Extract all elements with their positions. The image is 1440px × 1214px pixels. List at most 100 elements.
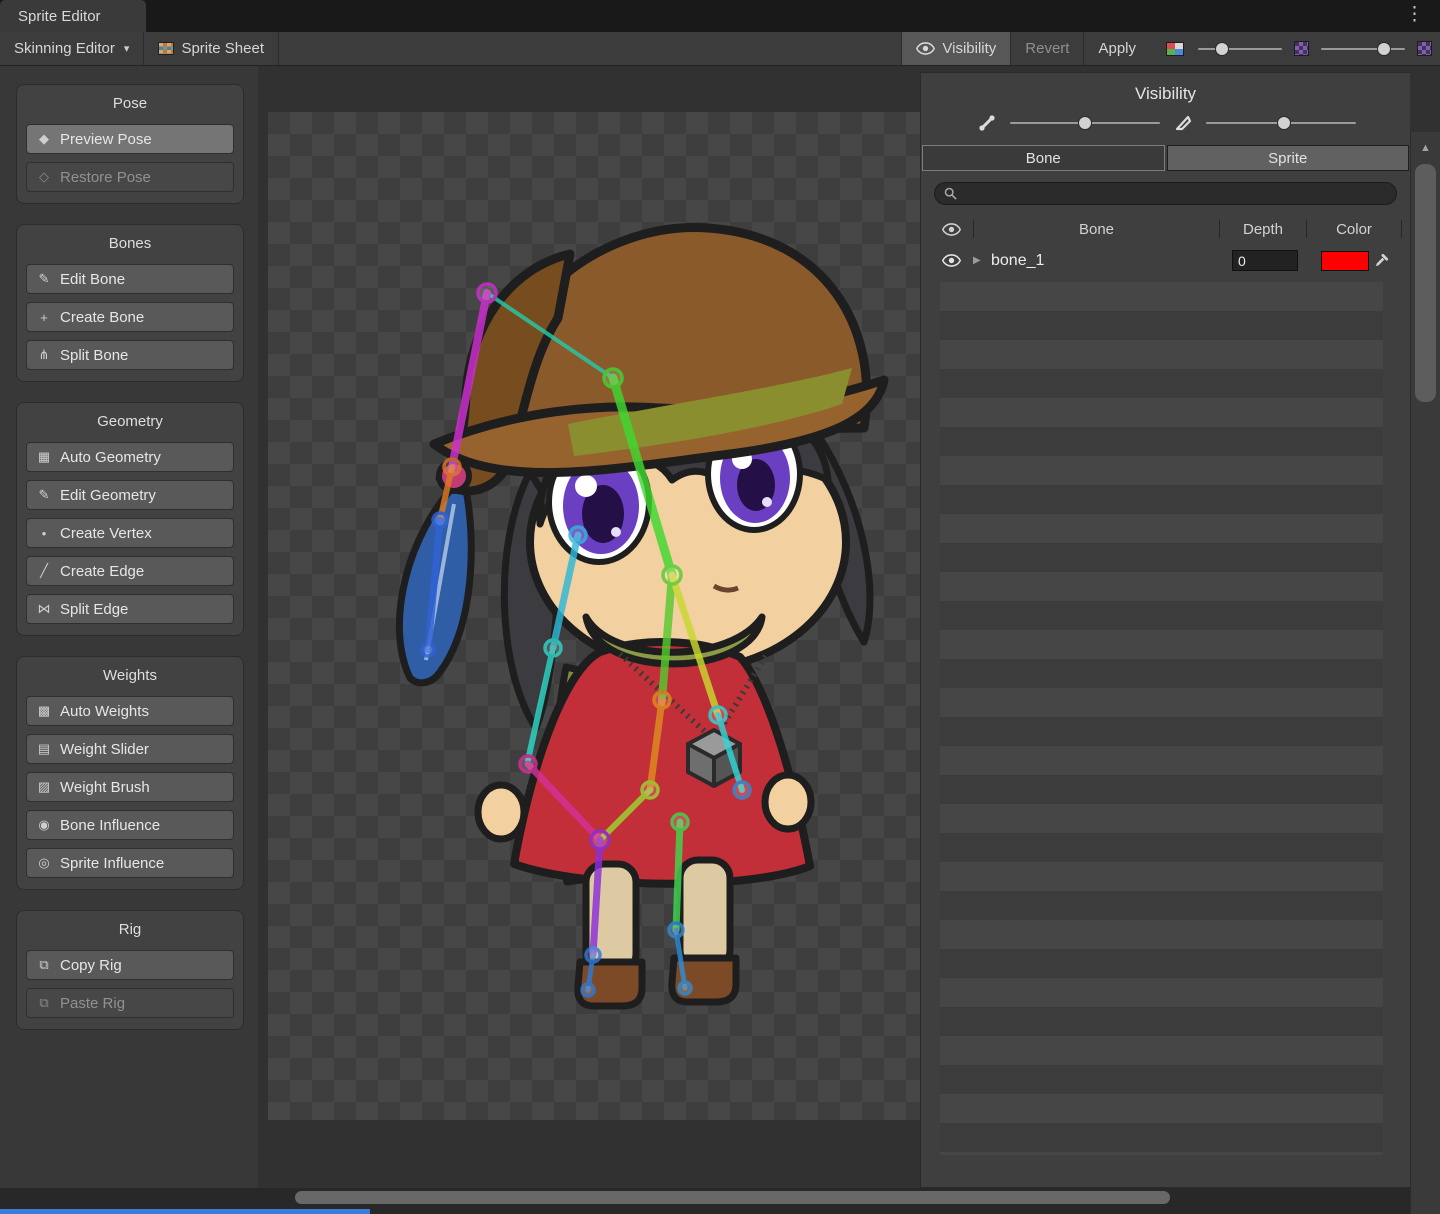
skinning-editor-dropdown[interactable]: Skinning Editor ▾ — [0, 32, 143, 65]
weight-slider-button[interactable]: ▤ Weight Slider — [26, 734, 234, 764]
auto-geometry-icon: ▦ — [36, 449, 52, 465]
auto-weights-button[interactable]: ▩ Auto Weights — [26, 696, 234, 726]
revert-button[interactable]: Revert — [1011, 32, 1083, 65]
split-bone-icon: ⋔ — [36, 347, 52, 363]
sprite-influence-button[interactable]: ◎ Sprite Influence — [26, 848, 234, 878]
slider-thumb[interactable] — [1378, 43, 1390, 55]
copy-rig-icon: ⧉ — [36, 957, 52, 973]
button-label: Create Bone — [60, 309, 144, 326]
preview-pose-button[interactable]: ◆ Preview Pose — [26, 124, 234, 154]
split-edge-icon: ⋈ — [36, 601, 52, 617]
sprite-sheet-button[interactable]: Sprite Sheet — [144, 32, 278, 65]
header-color: Color — [1307, 221, 1401, 238]
split-bone-button[interactable]: ⋔ Split Bone — [26, 340, 234, 370]
column-divider — [1401, 220, 1402, 238]
mesh-opacity-slider[interactable] — [1321, 42, 1405, 56]
horizontal-scrollbar[interactable] — [0, 1188, 1410, 1207]
restore-pose-button[interactable]: ◇ Restore Pose — [26, 162, 234, 192]
search-box[interactable] — [934, 182, 1397, 205]
header-bone: Bone — [974, 221, 1219, 238]
vertical-scrollbar[interactable]: ▲ ▼ — [1410, 132, 1440, 1214]
texture-preview-icon — [1294, 41, 1309, 56]
preview-pose-icon: ◆ — [36, 131, 52, 147]
chevron-down-icon: ▾ — [124, 42, 130, 55]
create-bone-icon: + — [36, 310, 52, 325]
visibility-panel-title: Visibility — [921, 73, 1410, 113]
toolbar-spacer — [279, 32, 901, 65]
tab-bone[interactable]: Bone — [922, 145, 1165, 171]
split-edge-button[interactable]: ⋈ Split Edge — [26, 594, 234, 624]
slider-track — [1321, 48, 1405, 50]
tab-sprite[interactable]: Sprite — [1167, 145, 1410, 171]
create-vertex-button[interactable]: • Create Vertex — [26, 518, 234, 548]
button-label: Weight Brush — [60, 779, 150, 796]
depth-input[interactable] — [1232, 250, 1298, 271]
button-label: Auto Weights — [60, 703, 149, 720]
color-swatch-icon — [1166, 42, 1184, 56]
auto-weights-icon: ▩ — [36, 703, 52, 719]
copy-rig-button[interactable]: ⧉ Copy Rig — [26, 950, 234, 980]
restore-pose-icon: ◇ — [36, 169, 52, 185]
visibility-panel: Visibility Bone — [920, 72, 1410, 1188]
vertical-scrollbar-thumb[interactable] — [1415, 164, 1436, 402]
tab-bone-label: Bone — [1026, 150, 1061, 167]
tab-sprite-editor[interactable]: Sprite Editor — [0, 0, 146, 32]
apply-label: Apply — [1098, 40, 1136, 57]
button-label: Sprite Influence — [60, 855, 164, 872]
visibility-toggle-label: Visibility — [942, 40, 996, 57]
visibility-toggle-button[interactable]: Visibility — [902, 32, 1010, 65]
visibility-sliders — [921, 113, 1410, 145]
group-title: Weights — [26, 661, 234, 688]
button-label: Copy Rig — [60, 957, 122, 974]
paste-rig-button[interactable]: ⧉ Paste Rig — [26, 988, 234, 1018]
eyedropper-icon[interactable] — [1374, 253, 1389, 268]
button-label: Auto Geometry — [60, 449, 161, 466]
visibility-tabs: Bone Sprite — [921, 145, 1410, 171]
weight-brush-icon: ▨ — [36, 779, 52, 795]
row-visibility-eye-icon[interactable] — [929, 254, 973, 267]
bone-table-row[interactable]: ▶ bone_1 — [921, 244, 1410, 277]
create-vertex-icon: • — [36, 526, 52, 541]
slider-thumb[interactable] — [1278, 117, 1290, 129]
bone-influence-button[interactable]: ◉ Bone Influence — [26, 810, 234, 840]
button-label: Restore Pose — [60, 169, 151, 186]
edit-bone-icon: ✎ — [36, 271, 52, 287]
eye-icon — [916, 42, 935, 55]
button-label: Edit Bone — [60, 271, 125, 288]
bone-table-header: Bone Depth Color — [921, 214, 1410, 244]
button-label: Bone Influence — [60, 817, 160, 834]
window-menu-icon[interactable]: ⋮ — [1405, 3, 1424, 26]
scroll-up-arrow-icon[interactable]: ▲ — [1411, 134, 1440, 162]
group-title: Geometry — [26, 407, 234, 434]
group-geometry: Geometry ▦ Auto Geometry ✎ Edit Geometry… — [16, 402, 244, 636]
search-input[interactable] — [963, 185, 1387, 203]
sprite-editor-window: Sprite Editor ⋮ Skinning Editor ▾ Sprite… — [0, 0, 1440, 1214]
slider-thumb[interactable] — [1079, 117, 1091, 129]
edit-bone-button[interactable]: ✎ Edit Bone — [26, 264, 234, 294]
sprite-sheet-icon — [158, 42, 174, 55]
weight-brush-button[interactable]: ▨ Weight Brush — [26, 772, 234, 802]
create-bone-button[interactable]: + Create Bone — [26, 302, 234, 332]
bone-influence-icon: ◉ — [36, 817, 52, 833]
auto-geometry-button[interactable]: ▦ Auto Geometry — [26, 442, 234, 472]
bone-opacity-slider[interactable] — [1010, 116, 1160, 130]
create-edge-button[interactable]: ╱ Create Edge — [26, 556, 234, 586]
button-label: Create Vertex — [60, 525, 152, 542]
group-title: Bones — [26, 229, 234, 256]
mesh-opacity-slider[interactable] — [1206, 116, 1356, 130]
edit-geometry-button[interactable]: ✎ Edit Geometry — [26, 480, 234, 510]
paste-rig-icon: ⧉ — [36, 995, 52, 1011]
mesh-opacity-icon — [1172, 113, 1194, 133]
bone-color-swatch[interactable] — [1321, 251, 1369, 271]
expand-arrow-icon[interactable]: ▶ — [973, 255, 991, 266]
horizontal-scrollbar-thumb[interactable] — [295, 1191, 1170, 1204]
apply-button[interactable]: Apply — [1084, 32, 1150, 65]
character-sprite — [268, 112, 920, 1120]
spritesheet-opacity-slider[interactable] — [1198, 42, 1282, 56]
group-pose: Pose ◆ Preview Pose ◇ Restore Pose — [16, 84, 244, 204]
group-title: Rig — [26, 915, 234, 942]
status-accent-strip — [0, 1209, 370, 1214]
sprite-canvas[interactable] — [268, 112, 920, 1120]
title-bar: Sprite Editor ⋮ — [0, 0, 1440, 32]
slider-thumb[interactable] — [1216, 43, 1228, 55]
